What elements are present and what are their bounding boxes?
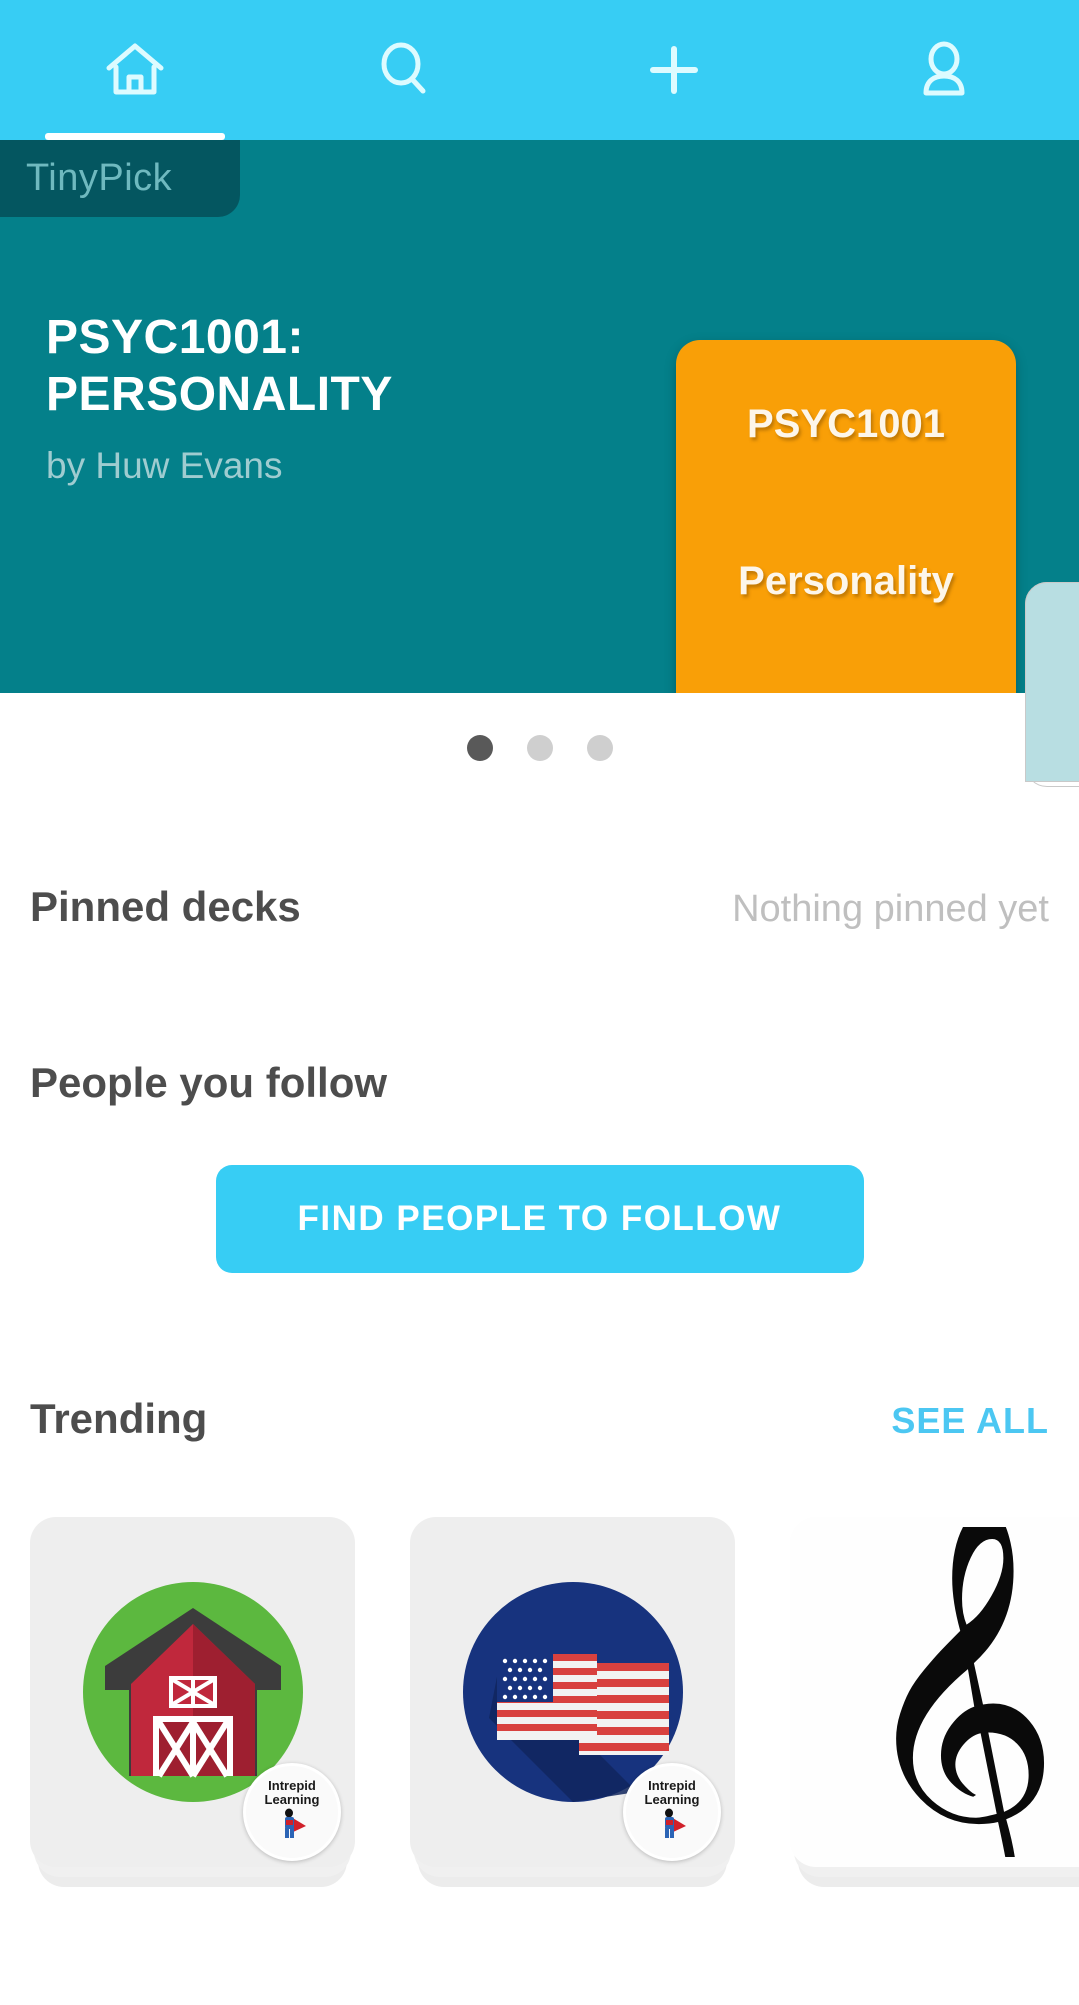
avatar[interactable]: Intrepid Learning xyxy=(623,1763,721,1861)
avatar-label-line2: Learning xyxy=(644,1791,700,1807)
trending-card[interactable]: Intrepid Learning xyxy=(410,1517,735,1887)
deck-card-code: PSYC1001 xyxy=(747,402,945,446)
hero-text-block: PSYC1001: PERSONALITY by Huw Evans xyxy=(46,310,516,487)
people-you-follow-title: People you follow xyxy=(30,1059,388,1106)
hero-author: by Huw Evans xyxy=(46,445,283,487)
carousel-dot-1[interactable] xyxy=(466,735,493,761)
trending-card[interactable]: Intrepid Learning xyxy=(30,1517,355,1887)
plus-icon xyxy=(645,41,703,99)
trending-title: Trending xyxy=(30,1395,208,1442)
find-people-to-follow-button[interactable]: FIND PEOPLE TO FOLLOW xyxy=(215,1165,864,1273)
superhero-icon xyxy=(655,1806,689,1845)
avatar-label-line1: Intrepid xyxy=(268,1777,316,1793)
tab-create[interactable] xyxy=(540,0,810,140)
carousel-dot-indicators xyxy=(0,693,1079,803)
carousel-dot-3[interactable] xyxy=(586,735,613,761)
hero-title: PSYC1001: PERSONALITY xyxy=(46,311,393,421)
avatar[interactable]: Intrepid Learning xyxy=(243,1763,341,1861)
pinned-decks-empty-text: Nothing pinned yet xyxy=(732,888,1049,930)
carousel-dot-2[interactable] xyxy=(526,735,553,761)
hero-carousel-slide[interactable]: TinyPick PSYC1001: PERSONALITY by Huw Ev… xyxy=(0,140,1079,693)
people-you-follow-section: People you follow FIND PEOPLE TO FOLLOW xyxy=(0,1059,1079,1273)
top-navigation-bar xyxy=(0,0,1079,140)
hero-deck-card-stack[interactable]: PSYC1001 Personality xyxy=(676,340,1016,693)
pinned-decks-section: Pinned decks Nothing pinned yet xyxy=(0,883,1079,931)
deck-card-front[interactable]: PSYC1001 Personality xyxy=(676,340,1016,693)
profile-icon xyxy=(916,39,972,101)
svg-text:𝄞: 𝄞 xyxy=(854,1527,1061,1857)
superhero-icon xyxy=(275,1806,309,1845)
trending-section: Trending SEE ALL Intrepid Learning Intre… xyxy=(0,1395,1079,1887)
pinned-decks-title: Pinned decks xyxy=(30,883,301,930)
next-slide-peek-header xyxy=(1025,582,1079,782)
tab-search[interactable] xyxy=(270,0,540,140)
tinypick-badge-label: TinyPick xyxy=(26,157,173,199)
trending-card-front[interactable]: 𝄞 xyxy=(790,1517,1079,1867)
treble-clef-icon: 𝄞 xyxy=(790,1517,1079,1867)
tinypick-badge: TinyPick xyxy=(0,140,240,217)
trending-card-list[interactable]: Intrepid Learning Intrepid Learning 𝄞 xyxy=(0,1517,1079,1887)
avatar-label-line1: Intrepid xyxy=(648,1777,696,1793)
avatar-label-line2: Learning xyxy=(264,1791,320,1807)
trending-card[interactable]: 𝄞 xyxy=(790,1517,1079,1887)
deck-card-name: Personality xyxy=(738,559,954,603)
active-tab-indicator xyxy=(44,133,225,140)
tab-home[interactable] xyxy=(0,0,270,140)
trending-card-front[interactable]: Intrepid Learning xyxy=(410,1517,735,1867)
trending-see-all-link[interactable]: SEE ALL xyxy=(891,1400,1049,1442)
home-icon xyxy=(103,40,167,100)
search-icon xyxy=(375,40,435,100)
trending-card-front[interactable]: Intrepid Learning xyxy=(30,1517,355,1867)
tab-profile[interactable] xyxy=(809,0,1079,140)
